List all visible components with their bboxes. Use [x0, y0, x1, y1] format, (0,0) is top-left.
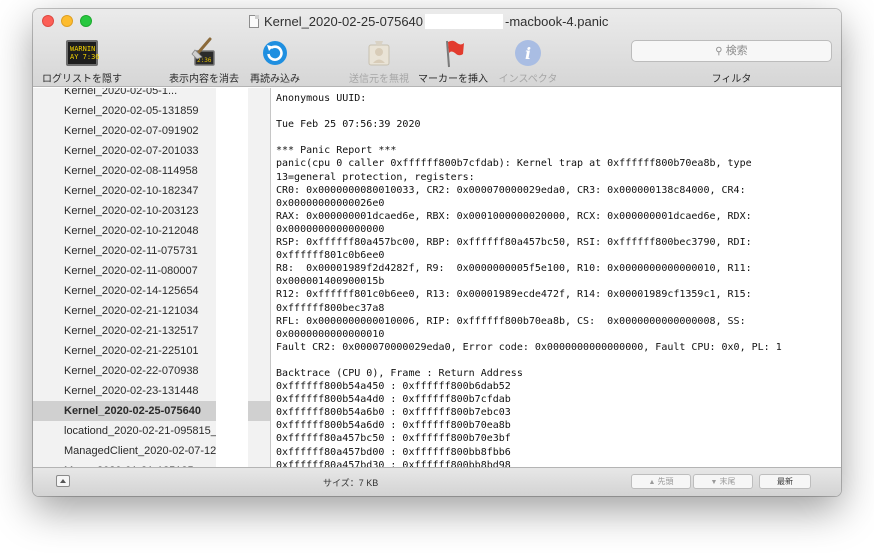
inspector-button[interactable]: i インスペクタ — [494, 37, 562, 85]
info-icon: i — [512, 37, 544, 69]
first-button[interactable]: ▲ 先頭 — [631, 474, 691, 489]
file-size-label: サイズ：7 KB — [323, 478, 379, 488]
inspector-label: インスペクタ — [498, 74, 558, 85]
window-title: Kernel_2020-02-25-075640 -macbook-4.pani… — [249, 12, 608, 30]
clear-display-button[interactable]: 2:36 表示内容を消去 — [164, 37, 244, 85]
up-arrow-icon: ▲ — [648, 479, 656, 486]
insert-marker-label: マーカーを挿入 — [418, 74, 488, 85]
last-button[interactable]: ▼ 末尾 — [693, 474, 753, 489]
panic-log-text: Anonymous UUID: Tue Feb 25 07:56:39 2020… — [276, 93, 782, 467]
status-bar: サイズ：7 KB ▲ 先頭 ▼ 末尾 最新 — [33, 467, 841, 496]
ignore-sender-button[interactable]: 送信元を無視 — [343, 37, 415, 85]
search-field[interactable]: ⚲ 検索 — [631, 40, 832, 62]
document-icon — [249, 14, 259, 28]
insert-marker-button[interactable]: マーカーを挿入 — [416, 37, 490, 85]
redacted-hostname — [425, 13, 504, 29]
log-list-sidebar[interactable]: Kernel_2020-02-05-1... Kernel_2020-02-05-… — [33, 88, 271, 467]
newest-button[interactable]: 最新 — [759, 474, 811, 489]
console-icon: WARNIN AY 7:36 — [66, 40, 100, 66]
window-title-prefix: Kernel_2020-02-25-075640 — [264, 13, 424, 29]
search-placeholder: 検索 — [725, 45, 748, 57]
newest-label: 最新 — [777, 477, 793, 486]
last-label: 末尾 — [719, 477, 736, 486]
search-icon: ⚲ — [715, 46, 723, 57]
log-content-pane[interactable]: Anonymous UUID: Tue Feb 25 07:56:39 2020… — [272, 88, 841, 467]
down-arrow-icon: ▼ — [710, 479, 718, 486]
hide-log-list-button[interactable]: WARNIN AY 7:36 ログリストを隠す — [39, 37, 125, 85]
console-window: Kernel_2020-02-25-075640 -macbook-4.pani… — [33, 9, 841, 496]
first-label: 先頭 — [657, 477, 674, 486]
broom-icon: 2:36 — [188, 37, 220, 69]
ignore-sender-label: 送信元を無視 — [349, 74, 409, 85]
zoom-window-button[interactable] — [80, 15, 92, 27]
flag-icon — [437, 37, 469, 69]
filter-label: フィルタ — [711, 74, 752, 85]
minimize-window-button[interactable] — [61, 15, 73, 27]
hide-log-list-label: ログリストを隠す — [42, 74, 122, 85]
close-window-button[interactable] — [42, 15, 54, 27]
window-title-suffix: -macbook-4.panic — [505, 13, 609, 29]
svg-text:i: i — [525, 44, 531, 63]
redacted-region — [216, 88, 248, 467]
reload-label: 再読み込み — [250, 74, 300, 85]
toggle-sidebar-button[interactable] — [56, 475, 70, 487]
clear-display-label: 表示内容を消去 — [169, 74, 239, 85]
reload-icon — [259, 37, 291, 69]
reload-button[interactable]: 再読み込み — [247, 37, 303, 85]
toolbar: Kernel_2020-02-25-075640 -macbook-4.pani… — [33, 9, 841, 87]
ignore-sender-icon — [363, 37, 395, 69]
